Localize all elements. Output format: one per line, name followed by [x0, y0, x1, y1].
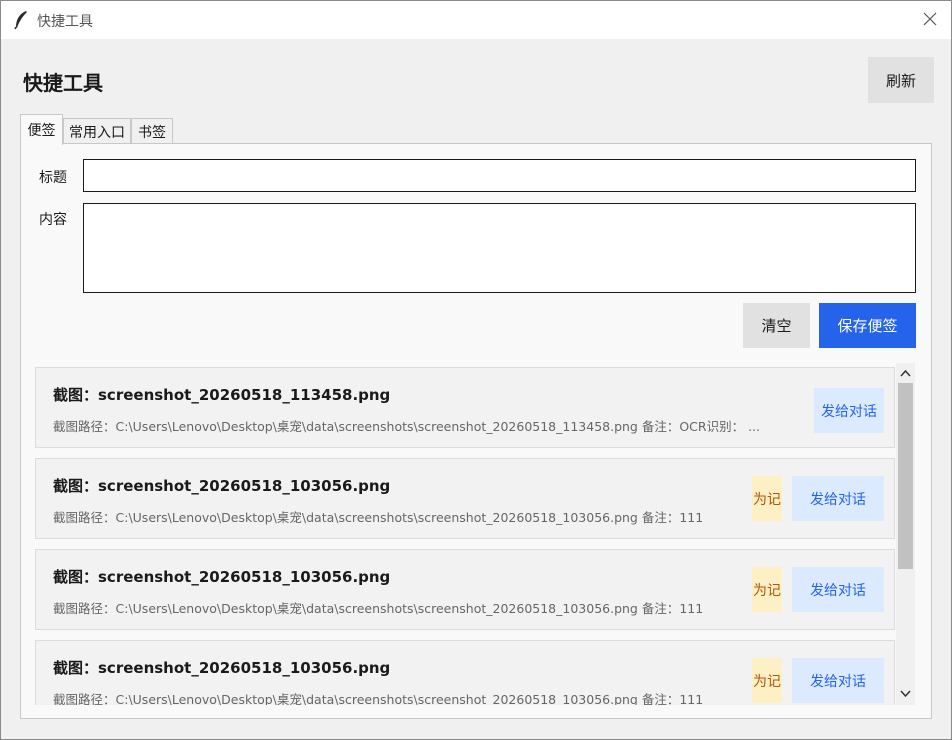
clear-button[interactable]: 清空 — [743, 303, 810, 348]
tab-notes[interactable]: 便签 — [20, 114, 63, 145]
title-label: 标题 — [39, 170, 67, 186]
note-tag: 为记 — [752, 658, 782, 703]
app-window: 快捷工具 快捷工具 刷新 便签 常用入口 书签 标题 内容 清空 保存便签 截图… — [0, 0, 952, 740]
notes-list[interactable]: 截图：screenshot_20260518_113458.png 截图路径：C… — [35, 363, 895, 705]
tab-shortcuts[interactable]: 常用入口 — [63, 118, 131, 144]
window-title: 快捷工具 — [37, 14, 93, 30]
content-textarea[interactable] — [83, 203, 916, 293]
feather-icon — [14, 11, 27, 30]
save-note-button[interactable]: 保存便签 — [819, 303, 916, 348]
note-meta: 截图路径：C:\Users\Lenovo\Desktop\桌宠\data\scr… — [53, 692, 704, 705]
list-scrollbar[interactable] — [896, 363, 915, 705]
page-title: 快捷工具 — [23, 71, 103, 95]
chevron-down-icon[interactable] — [899, 687, 912, 700]
scroll-thumb[interactable] — [898, 383, 913, 569]
title-input[interactable] — [83, 159, 916, 192]
list-item: 截图：screenshot_20260518_103056.png 截图路径：C… — [35, 640, 895, 705]
list-item: 截图：screenshot_20260518_113458.png 截图路径：C… — [35, 367, 895, 448]
note-title: 截图：screenshot_20260518_103056.png — [53, 659, 391, 677]
send-to-chat-button[interactable]: 发给对话 — [792, 476, 884, 521]
send-to-chat-button[interactable]: 发给对话 — [792, 658, 884, 703]
note-title: 截图：screenshot_20260518_113458.png — [53, 386, 391, 404]
list-item: 截图：screenshot_20260518_103056.png 截图路径：C… — [35, 458, 895, 539]
title-bar: 快捷工具 — [1, 1, 951, 39]
close-icon[interactable] — [921, 10, 939, 28]
refresh-button[interactable]: 刷新 — [868, 57, 934, 103]
send-to-chat-button[interactable]: 发给对话 — [814, 388, 884, 433]
tab-bookmarks[interactable]: 书签 — [131, 118, 173, 144]
note-meta: 截图路径：C:\Users\Lenovo\Desktop\桌宠\data\scr… — [53, 601, 704, 616]
chevron-up-icon[interactable] — [899, 367, 912, 380]
list-item: 截图：screenshot_20260518_103056.png 截图路径：C… — [35, 549, 895, 630]
send-to-chat-button[interactable]: 发给对话 — [792, 567, 884, 612]
note-meta: 截图路径：C:\Users\Lenovo\Desktop\桌宠\data\scr… — [53, 510, 704, 525]
note-title: 截图：screenshot_20260518_103056.png — [53, 477, 391, 495]
content-label: 内容 — [39, 212, 67, 228]
note-tag: 为记 — [752, 476, 782, 521]
note-meta: 截图路径：C:\Users\Lenovo\Desktop\桌宠\data\scr… — [53, 419, 760, 434]
note-title: 截图：screenshot_20260518_103056.png — [53, 568, 391, 586]
note-tag: 为记 — [752, 567, 782, 612]
